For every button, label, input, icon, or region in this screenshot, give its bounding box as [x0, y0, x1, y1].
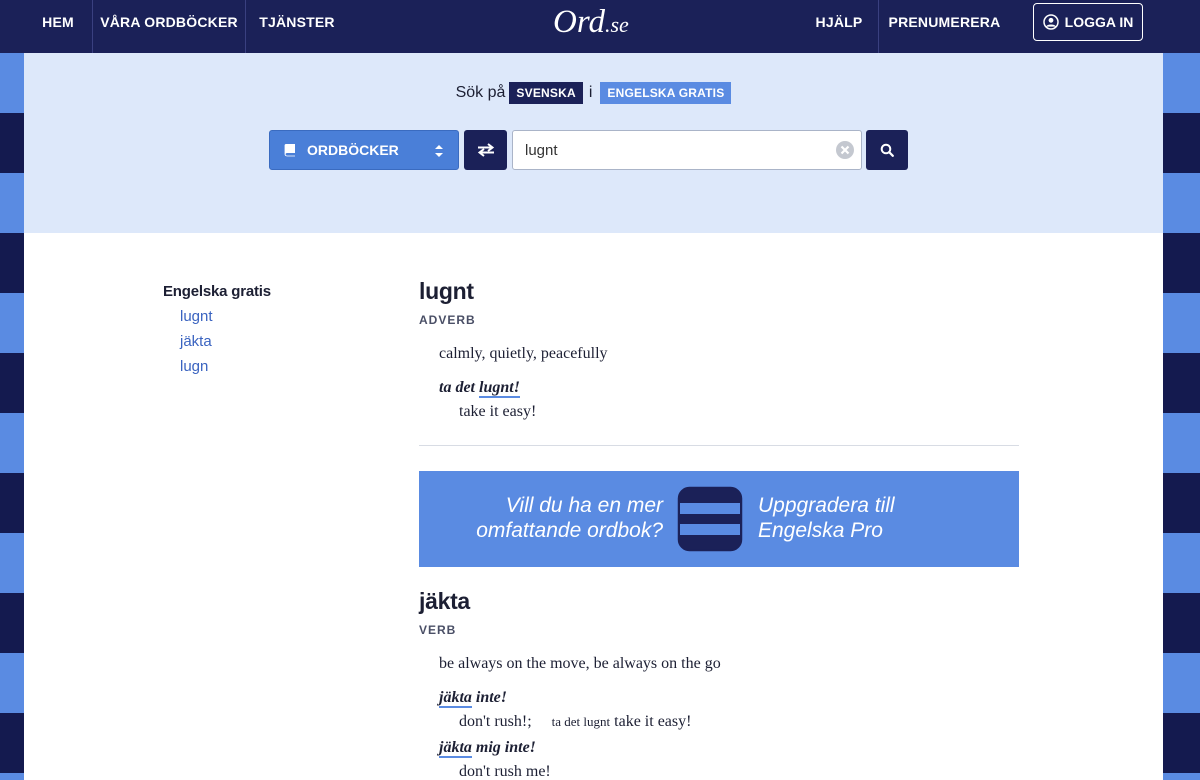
clear-icon[interactable] [835, 140, 855, 160]
language-connector: i [588, 84, 593, 101]
entry-part-of-speech: ADVERB [419, 313, 476, 327]
example-aside: ta det lugnt [551, 714, 611, 729]
entry-definition: calmly, quietly, peacefully [439, 345, 608, 362]
nav-help[interactable]: HJÄLP [800, 0, 878, 53]
login-button[interactable]: LOGGA IN [1033, 3, 1143, 41]
example-pre: ta det [439, 379, 479, 396]
example-translation: take it easy! [459, 403, 537, 420]
dictionary-select-label: ORDBÖCKER [307, 142, 399, 158]
example-translation: don't rush me! [459, 763, 551, 780]
swap-language-button[interactable] [464, 130, 507, 170]
user-circle-icon [1042, 14, 1059, 30]
language-selector-row: Sök på SVENSKA i ENGELSKA GRATIS [24, 80, 1163, 106]
login-label: LOGGA IN [1064, 14, 1134, 30]
logo-main: Ord [553, 4, 605, 40]
promo-question: Vill du ha en mer omfattande ordbok? [476, 494, 663, 542]
entry-divider [419, 445, 1019, 446]
sidebar: Engelska gratis lugnt jäkta lugn [163, 283, 363, 375]
example-post: mig inte! [471, 739, 536, 756]
search-band: Sök på SVENSKA i ENGELSKA GRATIS ORDBÖCK… [24, 53, 1163, 233]
entry-headword: jäkta [419, 588, 470, 614]
target-dictionary-badge[interactable]: ENGELSKA GRATIS [600, 82, 732, 104]
example-phrase: jäkta mig inte! [439, 739, 536, 758]
sidebar-link-jakta[interactable]: jäkta [180, 333, 363, 350]
sidebar-heading: Engelska gratis [163, 283, 271, 300]
content-area: Engelska gratis lugnt jäkta lugn lugnt A… [24, 233, 1163, 780]
dictionary-select[interactable]: ORDBÖCKER [269, 130, 459, 170]
entry-definition: be always on the move, be always on the … [439, 655, 721, 672]
nav-home[interactable]: HEM [24, 0, 92, 53]
example-translation: don't rush!; ta det lugnt take it easy! [459, 713, 691, 731]
logo-tld: .se [604, 12, 629, 37]
nav-dictionaries[interactable]: VÅRA ORDBÖCKER [93, 0, 245, 53]
dictionary-app-icon [677, 486, 743, 552]
sidebar-link-lugnt[interactable]: lugnt [180, 308, 363, 325]
entry-headword: lugnt [419, 278, 474, 304]
example-phrase: jäkta inte! [439, 689, 508, 708]
example-keyword: jäkta [439, 739, 472, 758]
book-icon [284, 144, 295, 157]
example-keyword: lugnt! [479, 379, 520, 398]
example-aside-translation: take it easy! [614, 713, 692, 730]
top-navigation: HEM VÅRA ORDBÖCKER TJÄNSTER Ord.se HJÄLP… [0, 0, 1200, 53]
search-input[interactable] [512, 130, 862, 170]
search-button[interactable] [866, 130, 908, 170]
swap-arrows-icon [477, 143, 494, 157]
sidebar-link-lugn[interactable]: lugn [180, 358, 363, 375]
example-keyword: jäkta [439, 689, 472, 708]
source-language-badge[interactable]: SVENSKA [509, 82, 583, 104]
promo-cta: Uppgradera till Engelska Pro [758, 494, 895, 542]
nav-services[interactable]: TJÄNSTER [246, 0, 348, 53]
site-logo[interactable]: Ord.se [553, 4, 629, 49]
example-phrase: ta det lugnt! [439, 379, 520, 398]
example-post: inte! [471, 689, 508, 706]
search-prefix: Sök på [455, 84, 506, 101]
entry-part-of-speech: VERB [419, 623, 457, 637]
nav-subscribe[interactable]: PRENUMERERA [879, 0, 1010, 53]
sort-caret-icon [435, 145, 443, 157]
example-translation-text: don't rush!; [459, 713, 532, 730]
upgrade-promo-banner[interactable]: Vill du ha en mer omfattande ordbok? Upp… [419, 471, 1019, 567]
search-icon [880, 143, 894, 157]
